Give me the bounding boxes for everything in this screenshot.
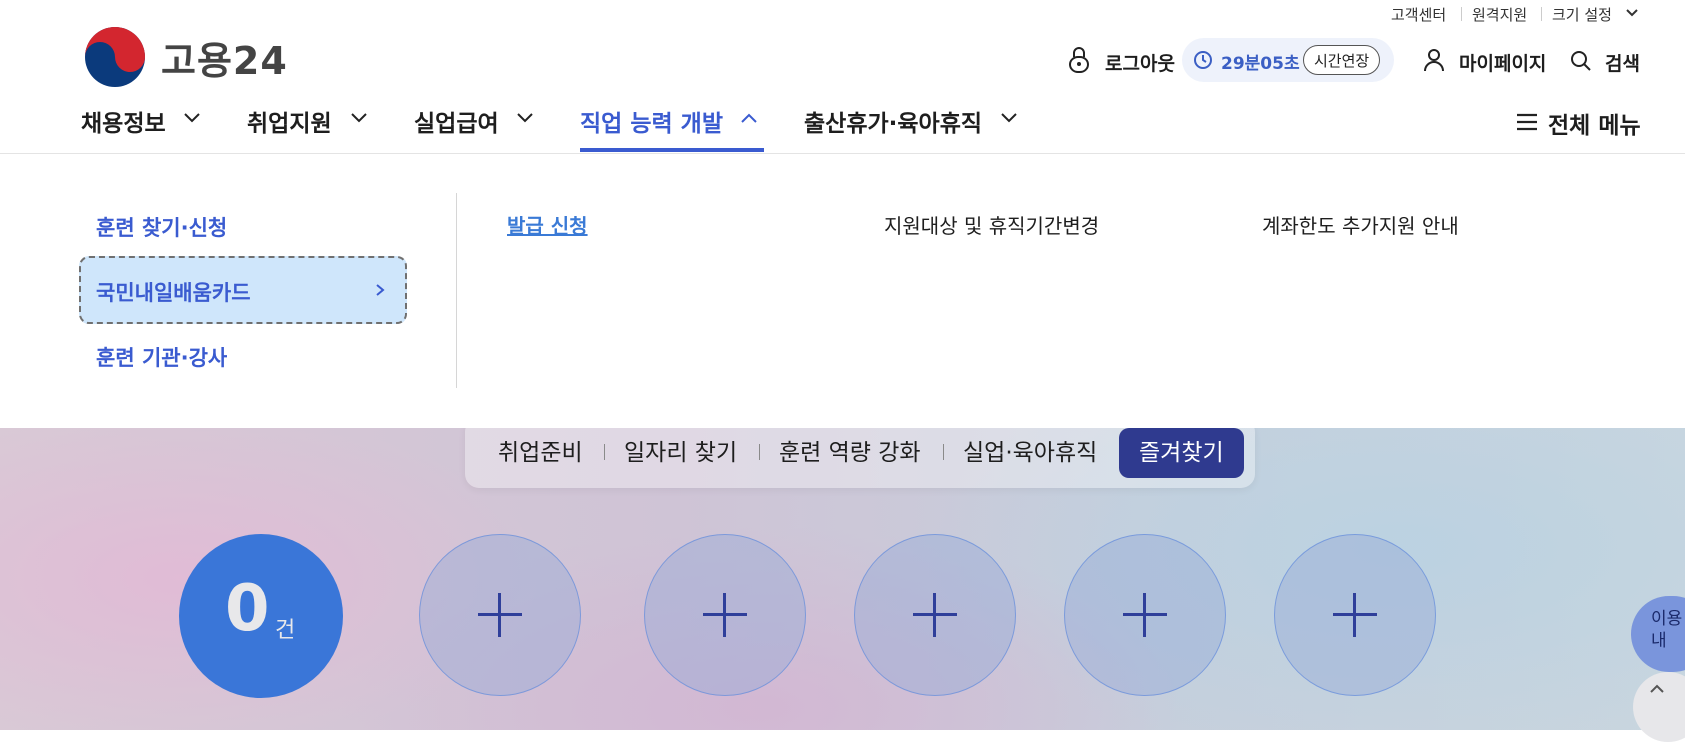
lock-icon [1069, 47, 1089, 73]
favorites-count-circle: 0 건 [179, 534, 343, 698]
add-favorite-button[interactable] [419, 534, 581, 696]
quick-tab-divider [759, 444, 760, 460]
utility-divider [1541, 7, 1542, 21]
quick-tab-training[interactable]: 훈련 역량 강화 [779, 428, 921, 478]
plus-icon [1143, 593, 1146, 637]
add-favorite-button[interactable] [1064, 534, 1226, 696]
hamburger-icon [1517, 113, 1537, 131]
plus-icon [498, 593, 501, 637]
customer-center-link[interactable]: 고객센터 [1391, 4, 1446, 25]
quick-tab-job-search[interactable]: 일자리 찾기 [624, 428, 737, 478]
gnb-unemployment-benefits[interactable]: 실업급여 [414, 104, 499, 138]
favorites-count: 0 [225, 572, 270, 646]
chevron-down-icon [184, 113, 200, 123]
logout-button[interactable]: 로그아웃 [1105, 49, 1175, 76]
chevron-up-icon [741, 113, 757, 123]
submenu-training-search[interactable]: 훈련 찾기·신청 [96, 212, 227, 242]
submenu-training-institutions[interactable]: 훈련 기관·강사 [96, 342, 227, 372]
favorites-count-unit: 건 [275, 618, 296, 643]
user-icon [1424, 49, 1444, 72]
session-time-remaining: 29분05초 [1221, 54, 1300, 74]
gnb-recruitment[interactable]: 채용정보 [81, 104, 166, 138]
add-favorite-button[interactable] [644, 534, 806, 696]
chevron-down-icon [1626, 9, 1638, 17]
site-logo-text[interactable]: 고용24 [161, 30, 288, 85]
clock-icon [1194, 51, 1212, 69]
submenu-national-learning-card[interactable]: 국민내일배움카드 [96, 277, 251, 307]
extend-session-button[interactable]: 시간연장 [1303, 45, 1381, 75]
submenu-divider [456, 193, 457, 388]
plus-icon [933, 593, 936, 637]
chevron-right-icon [376, 284, 385, 296]
plus-icon [1353, 593, 1356, 637]
chevron-down-icon [517, 113, 533, 123]
quick-tab-job-prep[interactable]: 취업준비 [498, 428, 583, 478]
submenu-account-limit-info[interactable]: 계좌한도 추가지원 안내 [1262, 210, 1459, 239]
all-menu-button[interactable]: 전체 메뉴 [1548, 106, 1641, 140]
quick-tab-divider [604, 444, 605, 460]
quick-tab-unemployment[interactable]: 실업·육아휴직 [963, 428, 1097, 478]
font-size-setting-button[interactable]: 크기 설정 [1552, 4, 1612, 25]
usage-guide-label: 이용 안내 [1651, 609, 1685, 651]
gnb-maternity-parental-leave[interactable]: 출산휴가·육아휴직 [804, 104, 982, 138]
submenu-eligibility-change[interactable]: 지원대상 및 휴직기간변경 [884, 210, 1099, 239]
active-menu-indicator [580, 148, 764, 152]
gnb-employment-support[interactable]: 취업지원 [247, 104, 332, 138]
arrow-up-icon [1650, 684, 1664, 693]
search-button[interactable]: 검색 [1605, 49, 1640, 76]
add-favorite-button[interactable] [854, 534, 1016, 696]
gnb-vocational-training[interactable]: 직업 능력 개발 [580, 104, 723, 138]
chevron-down-icon [1001, 113, 1017, 123]
submenu-issue-application[interactable]: 발급 신청 [507, 210, 588, 239]
utility-divider [1461, 7, 1462, 21]
chevron-down-icon [351, 113, 367, 123]
quick-tab-divider [943, 444, 944, 460]
search-icon [1571, 51, 1591, 71]
mypage-link[interactable]: 마이페이지 [1459, 49, 1546, 76]
add-favorite-button[interactable] [1274, 534, 1436, 696]
government-emblem-icon[interactable] [84, 26, 146, 88]
remote-support-link[interactable]: 원격지원 [1472, 4, 1527, 25]
quick-tab-favorites[interactable]: 즐겨찾기 [1119, 428, 1244, 478]
plus-icon [723, 593, 726, 637]
